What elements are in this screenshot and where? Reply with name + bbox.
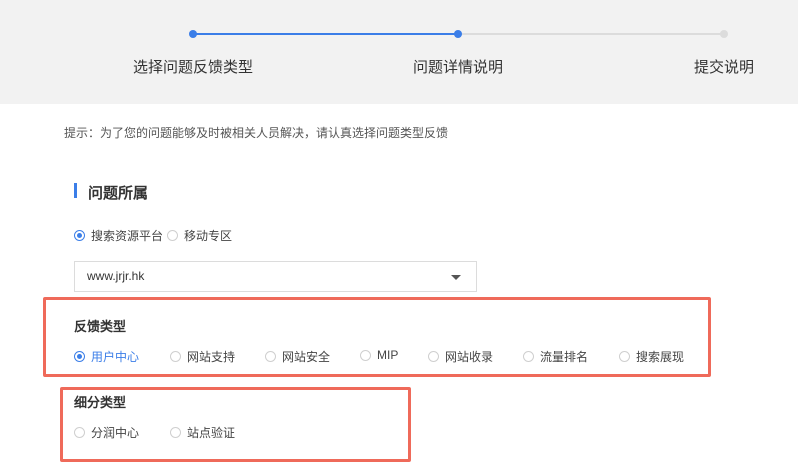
site-select-value: www.jrjr.hk <box>87 269 145 283</box>
radio-indicator[interactable] <box>265 351 276 362</box>
step-connector-pending <box>458 33 724 35</box>
radio-indicator[interactable] <box>170 427 181 438</box>
radio-indicator[interactable] <box>619 351 630 362</box>
radio-feedback-search-display[interactable]: 搜索展现 <box>619 348 684 365</box>
radio-feedback-site-support[interactable]: 网站支持 <box>170 348 235 365</box>
caret-down-icon <box>451 275 461 280</box>
site-select-dropdown[interactable]: www.jrjr.hk <box>74 261 477 292</box>
subtype-title: 细分类型 <box>74 395 127 410</box>
radio-indicator[interactable] <box>74 230 85 241</box>
radio-label: MIP <box>377 348 399 362</box>
radio-label: 搜索资源平台 <box>91 229 164 243</box>
radio-label: 网站收录 <box>445 350 494 364</box>
radio-indicator[interactable] <box>167 230 179 241</box>
radio-indicator[interactable] <box>74 351 85 362</box>
step-connector-completed <box>193 33 458 35</box>
radio-subtype-revenue-share-center[interactable]: 分润中心 <box>74 424 139 441</box>
step-dot-2 <box>454 30 462 38</box>
feedback-type-title: 反馈类型 <box>74 319 127 334</box>
hint-text: 提示：为了您的问题能够及时被相关人员解决，请认真选择问题类型反馈 <box>64 126 449 140</box>
radio-platform-mobile[interactable]: 移动专区 <box>167 227 232 244</box>
radio-indicator[interactable] <box>170 351 181 362</box>
radio-feedback-site-indexing[interactable]: 网站收录 <box>428 348 493 365</box>
radio-label: 网站安全 <box>282 350 331 364</box>
radio-feedback-mip[interactable]: MIP <box>360 348 398 362</box>
radio-label: 移动专区 <box>184 229 233 243</box>
radio-label: 分润中心 <box>91 426 140 440</box>
radio-feedback-user-center[interactable]: 用户中心 <box>74 348 139 365</box>
radio-label: 网站支持 <box>187 350 236 364</box>
step-label-3: 提交说明 <box>693 59 755 76</box>
radio-indicator[interactable] <box>74 427 85 438</box>
radio-feedback-traffic-ranking[interactable]: 流量排名 <box>523 348 588 365</box>
progress-steps-panel: 选择问题反馈类型 问题详情说明 提交说明 <box>0 0 798 104</box>
platform-radio-group: 搜索资源平台 移动专区 <box>74 227 232 244</box>
radio-label: 站点验证 <box>187 426 236 440</box>
radio-indicator[interactable] <box>523 351 534 362</box>
radio-indicator[interactable] <box>428 351 439 362</box>
step-dot-1 <box>189 30 197 38</box>
radio-feedback-site-security[interactable]: 网站安全 <box>265 348 330 365</box>
radio-subtype-site-verification[interactable]: 站点验证 <box>170 424 235 441</box>
radio-label: 搜索展现 <box>636 350 685 364</box>
step-label-2: 问题详情说明 <box>412 59 504 76</box>
radio-platform-search-resource[interactable]: 搜索资源平台 <box>74 227 163 244</box>
feedback-type-highlight-box <box>43 297 711 377</box>
section-title: 问题所属 <box>88 185 149 202</box>
step-label-1: 选择问题反馈类型 <box>132 59 254 76</box>
section-accent-bar <box>74 183 77 198</box>
radio-indicator[interactable] <box>360 349 371 361</box>
radio-label: 流量排名 <box>540 350 589 364</box>
radio-label: 用户中心 <box>91 350 140 364</box>
step-dot-3 <box>720 30 728 38</box>
